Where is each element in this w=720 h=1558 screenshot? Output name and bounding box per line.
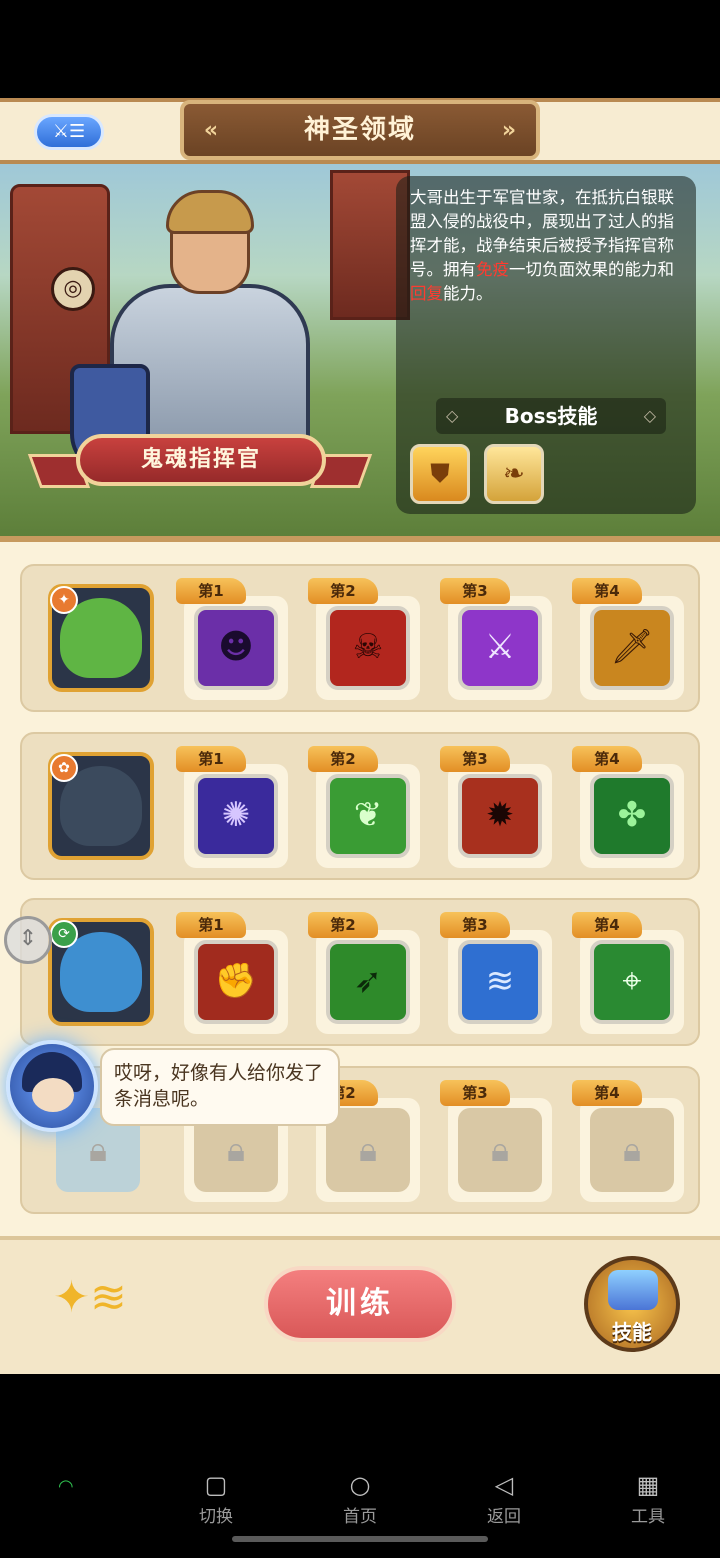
slot-tag: 第1 xyxy=(176,578,246,604)
triangle-back-icon: ◁ xyxy=(494,1471,514,1499)
slot-tag: 第1 xyxy=(176,746,246,772)
skill-slot[interactable]: 第1 ✊ xyxy=(176,912,288,1034)
lock-icon: 🔒︎ xyxy=(590,1108,674,1192)
hero-description-panel: 大哥出生于军官世家，在抵抗白银联盟入侵的战役中，展现出了过人的指挥才能，战争结束… xyxy=(396,176,696,514)
nav-back[interactable]: ◁ 返回 xyxy=(464,1468,544,1527)
grid-icon: ▦ xyxy=(636,1471,660,1499)
hero-hair xyxy=(166,190,254,234)
skill-slot[interactable]: 第2 ☠ xyxy=(308,578,420,700)
lock-icon: 🔒︎ xyxy=(326,1108,410,1192)
skill-button-label: 技能 xyxy=(612,1320,652,1344)
spear-skill-icon: ➶ xyxy=(326,940,410,1024)
boss-skills-header: ◇ Boss技能 ◇ xyxy=(436,398,666,434)
prev-arrow-icon[interactable]: « xyxy=(196,116,226,146)
lock-icon: 🔒︎ xyxy=(458,1108,542,1192)
pet-row-1: ✦ 第1 ☻ 第2 ☠ 第3 ⚔ 第4 🗡 xyxy=(20,564,700,712)
pet-type-badge-icon: ✦ xyxy=(50,586,78,614)
water-spirit-skill-icon: ≋ xyxy=(458,940,542,1024)
lightning-blade-skill-icon: ⚔ xyxy=(458,606,542,690)
slot-tag: 第1 xyxy=(176,912,246,938)
nav-home[interactable]: ○ 首页 xyxy=(320,1468,400,1527)
slot-tag: 第4 xyxy=(572,912,642,938)
skill-slot[interactable]: 第4 🗡 xyxy=(572,578,684,700)
slot-tag: 第3 xyxy=(440,912,510,938)
dagger-strike-skill-icon: 🗡 xyxy=(590,606,674,690)
diamond-left-icon: ◇ xyxy=(446,406,459,425)
hero-scene: ◎ 鬼魂指挥官 大哥出生于军官世家，在抵抗白银联盟入侵的战役中，展现出了过人的指… xyxy=(0,164,720,536)
skill-book-icon xyxy=(608,1270,658,1310)
skill-button[interactable]: 技能 xyxy=(584,1256,680,1352)
skill-slot[interactable]: 第4 ⌖ xyxy=(572,912,684,1034)
collapse-toggle-icon[interactable]: ⇕ xyxy=(4,916,52,964)
assistant-avatar[interactable] xyxy=(6,1040,98,1132)
square-icon: ▢ xyxy=(204,1471,228,1499)
circle-icon: ○ xyxy=(349,1471,371,1499)
shadow-figure-skill-icon: ☻ xyxy=(194,606,278,690)
slot-tag: 第3 xyxy=(440,1080,510,1106)
hero-description: 大哥出生于军官世家，在抵抗白银联盟入侵的战役中，展现出了过人的指挥才能，战争结束… xyxy=(410,188,674,303)
skill-slot[interactable]: 第1 ✺ xyxy=(176,746,288,868)
nav-switch[interactable]: ▢ 切换 xyxy=(176,1468,256,1527)
mace-skill-icon: ✊ xyxy=(194,940,278,1024)
maple-leaf-skill-icon: ✤ xyxy=(590,774,674,858)
pet-row-2: ✿ 第1 ✺ 第2 ❦ 第3 ✹ 第4 ✤ xyxy=(20,732,700,880)
slot-tag: 第2 xyxy=(308,578,378,604)
skill-slot[interactable]: 第3 ≋ xyxy=(440,912,552,1034)
next-arrow-icon[interactable]: » xyxy=(494,116,524,146)
assistant-message-bubble[interactable]: 哎呀，好像有人给你发了条消息呢。 xyxy=(100,1048,340,1126)
page-title: 神圣领域 xyxy=(303,115,416,145)
locked-skill-slot[interactable]: 第4 🔒︎ xyxy=(572,1080,684,1202)
skill-slot[interactable]: 第3 ✹ xyxy=(440,746,552,868)
slot-tag: 第3 xyxy=(440,746,510,772)
boss-skill-wing-icon[interactable]: ❧ xyxy=(484,444,544,504)
train-button[interactable]: 训练 xyxy=(264,1266,456,1342)
skill-slot[interactable]: 第4 ✤ xyxy=(572,746,684,868)
home-indicator xyxy=(232,1536,488,1542)
top-black-area xyxy=(0,0,720,98)
system-nav-bar xyxy=(0,1374,720,1558)
slot-tag: 第2 xyxy=(308,912,378,938)
skill-slot[interactable]: 第2 ❦ xyxy=(308,746,420,868)
paw-badge-icon: ✿ xyxy=(50,754,78,782)
fishbone-icon[interactable]: ✦≋ xyxy=(40,1268,140,1328)
slot-tag: 第2 xyxy=(308,746,378,772)
nav-tools[interactable]: ▦ 工具 xyxy=(608,1468,688,1527)
slot-tag: 第4 xyxy=(572,578,642,604)
green-leaf-skill-icon: ❦ xyxy=(326,774,410,858)
hero-name-ribbon: 鬼魂指挥官 xyxy=(76,434,326,486)
assistant-face xyxy=(32,1078,74,1112)
vortex-skill-icon: ✺ xyxy=(194,774,278,858)
target-crosshair-skill-icon: ⌖ xyxy=(590,940,674,1024)
fire-burst-skill-icon: ✹ xyxy=(458,774,542,858)
boss-skill-armor-icon[interactable]: ⛊ xyxy=(410,444,470,504)
skill-slot[interactable]: 第1 ☻ xyxy=(176,578,288,700)
slot-tag: 第4 xyxy=(572,746,642,772)
menu-button[interactable]: ⚔☰ xyxy=(34,114,104,150)
title-plate: « 神圣领域 » xyxy=(180,100,540,160)
pet-row-3: ⟳ 第1 ✊ 第2 ➶ 第3 ≋ 第4 ⌖ xyxy=(20,898,700,1046)
slot-tag: 第3 xyxy=(440,578,510,604)
element-badge-icon: ⟳ xyxy=(50,920,78,948)
skill-slot[interactable]: 第3 ⚔ xyxy=(440,578,552,700)
locked-skill-slot[interactable]: 第3 🔒︎ xyxy=(440,1080,552,1202)
red-demon-skill-icon: ☠ xyxy=(326,606,410,690)
skill-slot[interactable]: 第2 ➶ xyxy=(308,912,420,1034)
diamond-right-icon: ◇ xyxy=(643,406,656,425)
slot-tag: 第4 xyxy=(572,1080,642,1106)
wifi-icon: ◠ xyxy=(58,1476,74,1497)
